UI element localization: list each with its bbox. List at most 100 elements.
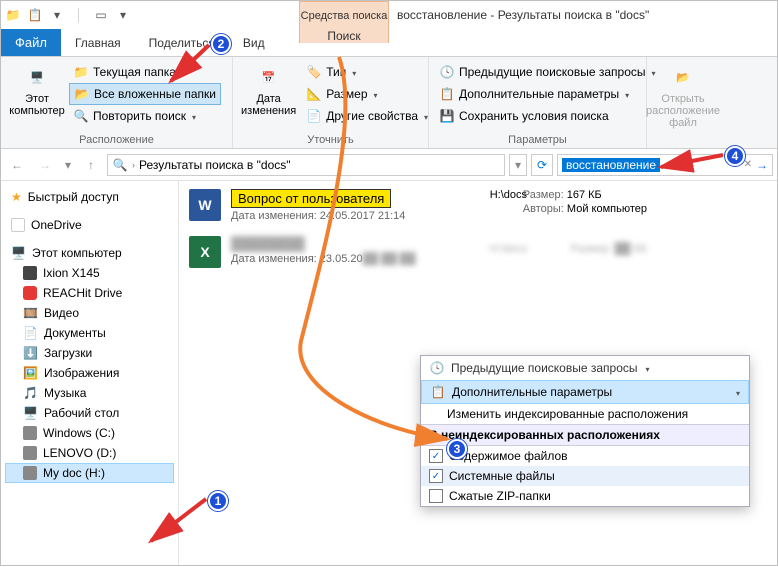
group-label-open (653, 144, 771, 146)
result-path: H:\docs (490, 189, 527, 201)
sidebar-item-label: Документы (44, 326, 106, 340)
sidebar-item-videos[interactable]: 🎞️ Видео (5, 303, 174, 323)
popup-recent-searches[interactable]: 🕓 Предыдущие поисковые запросы (421, 356, 749, 380)
save-search-button[interactable]: 💾 Сохранить условия поиска (435, 105, 660, 127)
sidebar-onedrive[interactable]: OneDrive (5, 215, 174, 235)
computer-icon: 🖥️ (11, 246, 26, 260)
group-label-refine: Уточнить (239, 132, 422, 146)
checkbox-checked-icon[interactable]: ✓ (429, 469, 443, 483)
date-label: Дата изменения: (231, 253, 317, 265)
size-button[interactable]: 📐 Размер (302, 83, 432, 105)
addr-dropdown[interactable]: ▾ (509, 154, 527, 176)
date-modified-button[interactable]: 📅 Дата изменения (239, 61, 298, 132)
sidebar-item-documents[interactable]: 📄 Документы (5, 323, 174, 343)
sidebar-this-pc[interactable]: 🖥️ Этот компьютер (5, 243, 174, 263)
history-dropdown[interactable]: ▾ (61, 153, 75, 177)
checkbox-checked-icon[interactable]: ✓ (429, 449, 443, 463)
tool-icon[interactable]: ▭ (93, 7, 109, 23)
phone-icon (23, 266, 37, 280)
date-label: Дата изменения: (231, 210, 317, 222)
current-folder-label: Текущая папка (93, 65, 176, 79)
forward-button[interactable]: → (33, 153, 57, 177)
search-result[interactable]: X ████████ Дата изменения: 23.05.20██ ██… (189, 236, 767, 268)
chevron-down-icon (350, 65, 356, 79)
tab-file[interactable]: Файл (1, 29, 61, 56)
open-location-label: Открыть расположение файл (646, 93, 720, 129)
sidebar-item-desktop[interactable]: 🖥️ Рабочий стол (5, 403, 174, 423)
open-location-button: 📂 Открыть расположение файл (653, 61, 713, 144)
video-icon: 🎞️ (23, 306, 38, 320)
sidebar-item-reachit[interactable]: REACHit Drive (5, 283, 174, 303)
popup-opt-system-label: Системные файлы (449, 469, 555, 483)
search-go-icon[interactable]: → (756, 158, 768, 172)
popup-advanced-label: Дополнительные параметры (452, 385, 612, 399)
annotation-badge-1: 1 (208, 491, 228, 511)
qat-dropdown-icon[interactable]: ▾ (49, 7, 65, 23)
search-result[interactable]: W Вопрос от пользователя Дата изменения:… (189, 189, 767, 222)
sidebar-item-drive-d[interactable]: LENOVO (D:) (5, 443, 174, 463)
popup-opt-contents[interactable]: ✓ Содержимое файлов (421, 446, 749, 466)
chevron-down-icon (734, 385, 740, 399)
gear-icon: 📋 (439, 86, 455, 102)
overflow-icon[interactable]: ▾ (115, 7, 131, 23)
all-subfolders-button[interactable]: 📂 Все вложенные папки (69, 83, 221, 105)
refresh-button[interactable]: ⟳ (531, 154, 553, 176)
ribbon-group-open: 📂 Открыть расположение файл (647, 57, 777, 148)
repeat-search-label: Повторить поиск (93, 109, 186, 123)
authors-value: Мой компьютер (567, 203, 647, 215)
annotation-badge-2: 2 (211, 34, 231, 54)
pictures-icon: 🖼️ (23, 366, 38, 380)
calendar-icon: 📅 (255, 63, 283, 91)
date-value: 24.05.2017 21:14 (320, 210, 406, 222)
back-button[interactable]: ← (5, 153, 29, 177)
download-icon: ⬇️ (23, 346, 38, 360)
disk-icon (23, 466, 37, 480)
repeat-search-button[interactable]: 🔍 Повторить поиск (69, 105, 221, 127)
sidebar-quick-access-label: Быстрый доступ (28, 190, 119, 204)
sidebar-item-label: Музыка (44, 386, 86, 400)
chevron-down-icon (190, 109, 196, 123)
result-path-blurred: H:\docs (490, 243, 527, 255)
disk-icon (23, 426, 37, 440)
sidebar-quick-access[interactable]: ★ Быстрый доступ (5, 187, 174, 207)
sidebar-item-downloads[interactable]: ⬇️ Загрузки (5, 343, 174, 363)
sidebar-item-ixion[interactable]: Ixion X145 (5, 263, 174, 283)
popup-opt-zip[interactable]: Сжатые ZIP-папки (421, 486, 749, 506)
tab-view[interactable]: Вид (229, 29, 279, 56)
navigation-pane: ★ Быстрый доступ OneDrive 🖥️ Этот компью… (1, 181, 179, 565)
address-bar[interactable]: 🔍 › Результаты поиска в "docs" (107, 154, 505, 176)
this-pc-button[interactable]: 🖥️ Этот компьютер (7, 61, 67, 132)
sidebar-item-music[interactable]: 🎵 Музыка (5, 383, 174, 403)
advanced-params-button[interactable]: 📋 Дополнительные параметры (435, 83, 660, 105)
sidebar-item-pictures[interactable]: 🖼️ Изображения (5, 363, 174, 383)
repeat-search-icon: 🔍 (73, 108, 89, 124)
pin-icon[interactable]: 📋 (27, 7, 43, 23)
computer-icon: 🖥️ (23, 63, 51, 91)
sidebar-this-pc-label: Этот компьютер (32, 246, 122, 260)
tab-home[interactable]: Главная (61, 29, 135, 56)
date-modified-label: Дата изменения (241, 93, 296, 117)
sidebar-item-drive-c[interactable]: Windows (C:) (5, 423, 174, 443)
up-button[interactable]: ↑ (79, 153, 103, 177)
sidebar-item-drive-h[interactable]: My doc (H:) (5, 463, 174, 483)
popup-opt-system[interactable]: ✓ Системные файлы (421, 466, 749, 486)
popup-advanced-row[interactable]: 📋 Дополнительные параметры (421, 380, 749, 404)
sidebar-item-label: Изображения (44, 366, 119, 380)
recent-searches-button[interactable]: 🕓 Предыдущие поисковые запросы (435, 61, 660, 83)
recent-searches-label: Предыдущие поисковые запросы (459, 65, 646, 79)
tab-search[interactable]: Поиск (299, 29, 389, 43)
sidebar-item-label: REACHit Drive (43, 286, 122, 300)
recent-icon: 🕓 (429, 360, 445, 376)
properties-icon: 📄 (306, 108, 322, 124)
current-folder-button[interactable]: 📁 Текущая папка (69, 61, 221, 83)
other-props-button[interactable]: 📄 Другие свойства (302, 105, 432, 127)
type-button[interactable]: 🏷️ Тип (302, 61, 432, 83)
result-filename: Вопрос от пользователя (231, 189, 391, 208)
ribbon: 🖥️ Этот компьютер 📁 Текущая папка 📂 Все … (1, 57, 777, 149)
ribbon-group-location: 🖥️ Этот компьютер 📁 Текущая папка 📂 Все … (1, 57, 233, 148)
save-search-label: Сохранить условия поиска (459, 109, 609, 123)
annotation-badge-3: 3 (447, 439, 467, 459)
search-icon: 🔍 (112, 157, 128, 173)
popup-change-indexed[interactable]: Изменить индексированные расположения (421, 404, 749, 424)
checkbox-unchecked-icon[interactable] (429, 489, 443, 503)
